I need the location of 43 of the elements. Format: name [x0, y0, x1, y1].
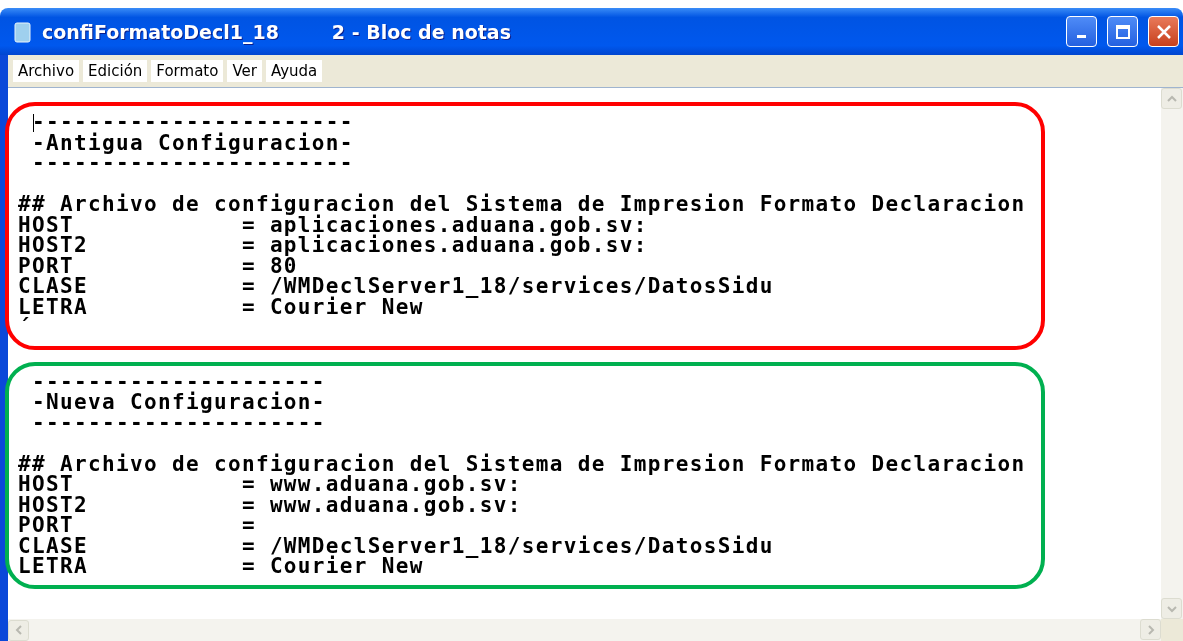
- text-line: CLASE = /WMDeclServer1_18/services/DatosSidu: [18, 276, 775, 297]
- menu-item[interactable]: Ayuda: [265, 60, 323, 82]
- close-icon: [1155, 23, 1172, 40]
- window-title: confiFormatoDecl1_18 2 - Bloc de notas: [42, 20, 512, 43]
- chevron-right-icon: [1145, 624, 1156, 635]
- chevron-down-icon: [1166, 603, 1177, 614]
- text-line: -Nueva Configuracion-: [31, 392, 327, 413]
- text-line: ´: [18, 317, 33, 338]
- text-line: HOST2 = aplicaciones.aduana.gob.sv:: [18, 235, 649, 256]
- text-line: -----------------------: [31, 112, 355, 133]
- minimize-button[interactable]: [1066, 16, 1097, 47]
- scroll-up-button[interactable]: [1161, 88, 1182, 109]
- text-line: HOST = www.aduana.gob.sv:: [18, 474, 523, 495]
- menu-item[interactable]: Formato: [151, 60, 224, 82]
- resize-grip[interactable]: [1161, 619, 1183, 641]
- text-line: HOST = aplicaciones.aduana.gob.sv:: [18, 214, 648, 235]
- text-line: PORT =: [18, 515, 257, 536]
- notepad-icon: [14, 20, 32, 43]
- text-line: PORT = 80: [18, 255, 298, 276]
- text-line: CLASE = /WMDeclServer1_18/services/DatosSidu: [18, 535, 775, 556]
- text-line: HOST2 = www.aduana.gob.sv:: [18, 494, 523, 515]
- menu-item[interactable]: Archivo: [13, 60, 80, 82]
- scroll-down-button[interactable]: [1161, 598, 1182, 619]
- text-line: -----------------------: [31, 153, 355, 174]
- maximize-icon: [1114, 23, 1131, 40]
- text-line: ---------------------: [31, 371, 327, 392]
- text-line: ## Archivo de configuracion del Sistema de Impresion Formato Declaracion: [18, 194, 1027, 215]
- chevron-up-icon: [1166, 93, 1177, 104]
- text-line: LETRA = Courier New: [18, 296, 424, 317]
- text-line: LETRA = Courier New: [18, 556, 424, 577]
- maximize-button[interactable]: [1107, 16, 1138, 47]
- horizontal-scrollbar[interactable]: [8, 619, 1183, 641]
- text-line: -Antigua Configuracion-: [31, 132, 355, 153]
- text-line: ---------------------: [31, 412, 327, 433]
- menu-item[interactable]: Edición: [83, 60, 148, 82]
- menu-item[interactable]: Ver: [227, 60, 262, 82]
- minimize-icon: [1077, 35, 1086, 38]
- close-button[interactable]: [1148, 16, 1179, 47]
- text-line: ## Archivo de configuracion del Sistema de Impresion Formato Declaracion: [18, 453, 1027, 474]
- vertical-scrollbar[interactable]: [1161, 88, 1183, 619]
- chevron-left-icon: [13, 625, 24, 635]
- scroll-left-button[interactable]: [8, 619, 29, 641]
- scroll-right-button[interactable]: [1140, 619, 1161, 640]
